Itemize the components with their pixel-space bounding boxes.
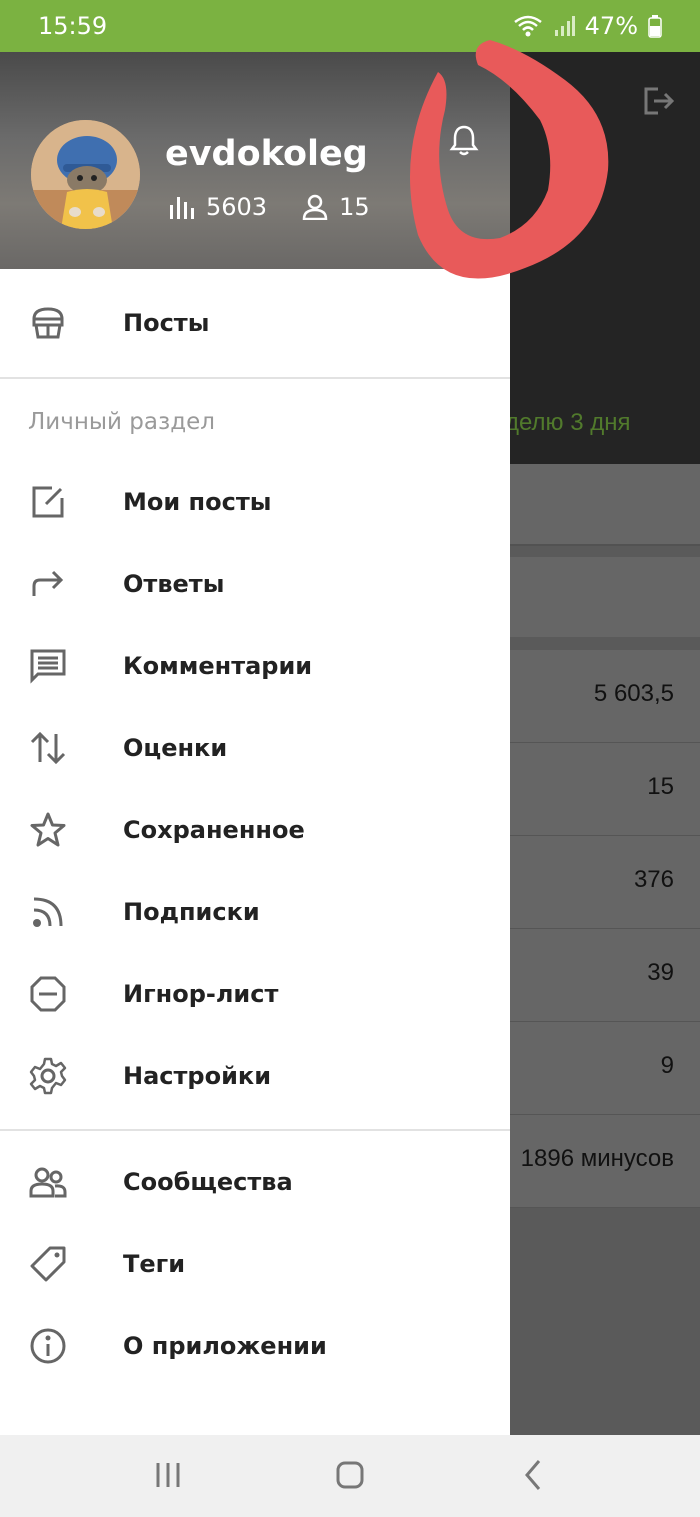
menu-item-label: Сохраненное <box>123 816 305 844</box>
menu-item-my-posts[interactable]: Мои посты <box>0 461 510 543</box>
status-bar: 15:59 47% <box>0 0 700 52</box>
rating-stat: 5603 <box>168 193 267 221</box>
system-nav-bar <box>0 1435 700 1517</box>
gear-icon <box>29 1057 67 1095</box>
person-icon <box>302 194 328 220</box>
avatar[interactable] <box>31 120 140 229</box>
home-icon[interactable] <box>330 1455 370 1495</box>
menu-item-saved[interactable]: Сохраненное <box>0 789 510 871</box>
menu-item-comments[interactable]: Комментарии <box>0 625 510 707</box>
menu-item-label: Теги <box>123 1250 186 1278</box>
menu-item-label: Посты <box>123 309 210 337</box>
menu-item-label: Подписки <box>123 898 260 926</box>
subscribers-value: 15 <box>339 193 370 221</box>
menu-item-tags[interactable]: Теги <box>0 1223 510 1305</box>
menu-item-about[interactable]: О приложении <box>0 1305 510 1387</box>
menu-item-label: Комментарии <box>123 652 313 680</box>
background-days-text: делю 3 дня <box>505 409 631 436</box>
cat-avatar-image <box>31 120 140 229</box>
star-icon <box>30 812 66 847</box>
recent-apps-icon[interactable] <box>148 1455 188 1495</box>
subscribers-stat: 15 <box>301 193 370 221</box>
menu-item-label: Ответы <box>123 570 225 598</box>
tag-icon <box>30 1246 66 1282</box>
profile-header: evdokoleg 5603 15 <box>0 52 510 269</box>
menu-item-ratings[interactable]: Оценки <box>0 707 510 789</box>
back-icon[interactable] <box>513 1455 553 1495</box>
status-time: 15:59 <box>38 12 108 40</box>
profile-stats: 5603 15 <box>168 193 370 221</box>
menu-item-posts[interactable]: Посты <box>0 269 510 377</box>
menu-item-ignore-list[interactable]: Игнор-лист <box>0 953 510 1035</box>
rating-value: 5603 <box>206 193 268 221</box>
menu-item-replies[interactable]: Ответы <box>0 543 510 625</box>
reply-arrow-icon <box>32 570 64 596</box>
block-icon <box>30 976 66 1012</box>
section-title: Личный раздел <box>28 409 215 435</box>
rss-icon <box>33 897 63 927</box>
menu-item-label: О приложении <box>123 1332 327 1360</box>
edit-icon <box>32 486 64 518</box>
menu-item-label: Сообщества <box>123 1168 293 1196</box>
menu-item-label: Настройки <box>123 1062 272 1090</box>
menu-item-subscriptions[interactable]: Подписки <box>0 871 510 953</box>
signal-icon <box>554 16 575 36</box>
basket-icon <box>32 307 64 339</box>
info-icon <box>30 1328 66 1364</box>
exit-icon <box>644 87 675 115</box>
up-down-arrows-icon <box>30 731 66 765</box>
menu-item-communities[interactable]: Сообщества <box>0 1141 510 1223</box>
bell-icon[interactable] <box>449 124 479 156</box>
comment-icon <box>30 649 66 684</box>
menu-item-label: Игнор-лист <box>123 980 279 1008</box>
menu-item-settings[interactable]: Настройки <box>0 1035 510 1117</box>
navigation-drawer: evdokoleg 5603 15 Посты Личный раздел Мо… <box>0 52 510 1435</box>
username[interactable]: evdokoleg <box>165 134 368 174</box>
divider <box>0 1129 510 1131</box>
drawer-menu: Посты Личный раздел Мои посты Ответы Ком… <box>0 269 510 1387</box>
battery-icon <box>648 15 662 38</box>
people-icon <box>29 1167 67 1198</box>
menu-item-label: Мои посты <box>123 488 272 516</box>
wifi-icon <box>513 15 542 37</box>
menu-item-label: Оценки <box>123 734 228 762</box>
rating-bars-icon <box>170 197 194 219</box>
battery-percent: 47% <box>584 12 638 40</box>
